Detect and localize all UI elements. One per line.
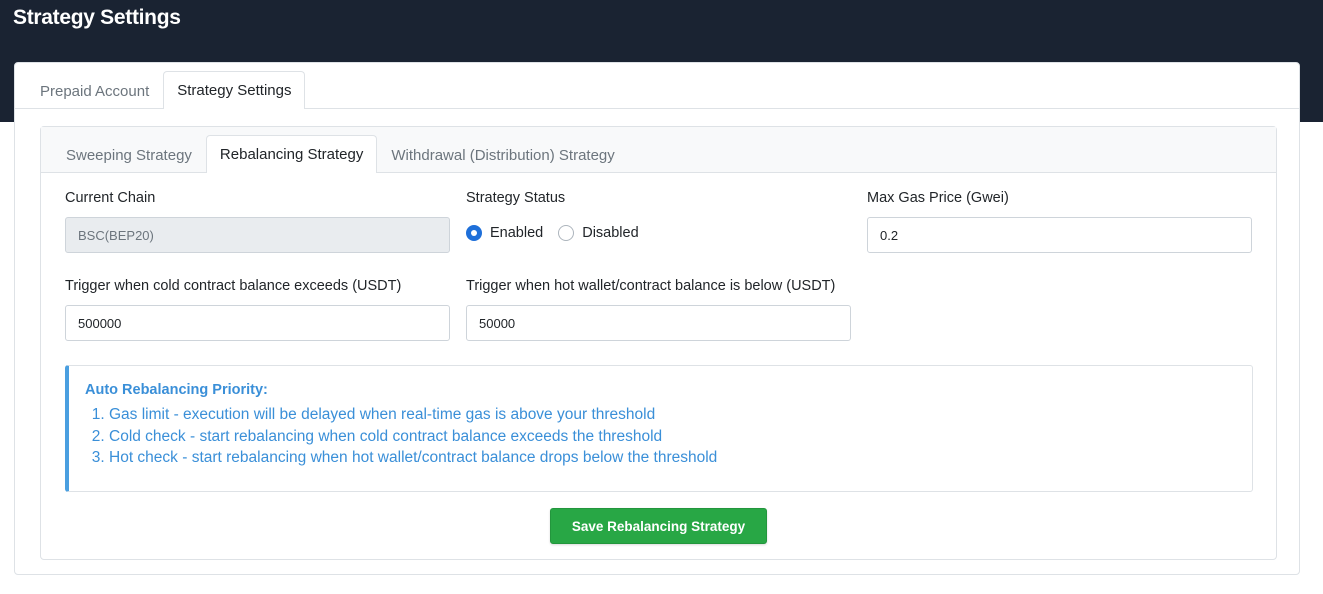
cold-trigger-label: Trigger when cold contract balance excee… <box>65 278 402 294</box>
status-disabled-label: Disabled <box>582 225 639 241</box>
inner-tab-bar: Sweeping Strategy Rebalancing Strategy W… <box>41 127 1276 173</box>
tab-withdrawal-strategy[interactable]: Withdrawal (Distribution) Strategy <box>377 137 628 173</box>
strategy-status-radio-group: Enabled Disabled <box>466 225 654 241</box>
current-chain-field[interactable] <box>65 217 450 253</box>
settings-card: Prepaid Account Strategy Settings Sweepi… <box>14 62 1300 575</box>
list-item: Hot check - start rebalancing when hot w… <box>109 447 1236 469</box>
cold-trigger-input[interactable] <box>65 305 450 341</box>
max-gas-price-input[interactable] <box>867 217 1252 253</box>
radio-disabled[interactable] <box>558 225 575 241</box>
strategy-status-label: Strategy Status <box>466 190 566 206</box>
status-disabled-option[interactable]: Disabled <box>558 225 639 241</box>
info-title: Auto Rebalancing Priority: <box>85 382 268 398</box>
tab-strategy-settings[interactable]: Strategy Settings <box>163 71 306 109</box>
rebalancing-priority-info: Auto Rebalancing Priority: Gas limit - e… <box>65 365 1253 492</box>
radio-enabled[interactable] <box>466 225 482 241</box>
strategy-card: Sweeping Strategy Rebalancing Strategy W… <box>40 126 1277 560</box>
hot-trigger-input[interactable] <box>466 305 851 341</box>
status-enabled-label: Enabled <box>490 225 544 241</box>
tab-sweeping-strategy[interactable]: Sweeping Strategy <box>52 137 206 173</box>
outer-tab-bar: Prepaid Account Strategy Settings <box>15 63 1299 109</box>
tab-rebalancing-strategy[interactable]: Rebalancing Strategy <box>205 135 378 173</box>
page-title: Strategy Settings <box>13 6 181 29</box>
status-enabled-option[interactable]: Enabled <box>466 225 543 241</box>
list-item: Cold check - start rebalancing when cold… <box>109 426 1236 448</box>
current-chain-label: Current Chain <box>65 190 156 206</box>
max-gas-price-label: Max Gas Price (Gwei) <box>867 190 1009 206</box>
save-rebalancing-strategy-button[interactable]: Save Rebalancing Strategy <box>550 508 767 544</box>
hot-trigger-label: Trigger when hot wallet/contract balance… <box>466 278 836 294</box>
list-item: Gas limit - execution will be delayed wh… <box>109 404 1236 426</box>
priority-list: Gas limit - execution will be delayed wh… <box>85 404 1236 469</box>
tab-prepaid-account[interactable]: Prepaid Account <box>26 73 163 109</box>
